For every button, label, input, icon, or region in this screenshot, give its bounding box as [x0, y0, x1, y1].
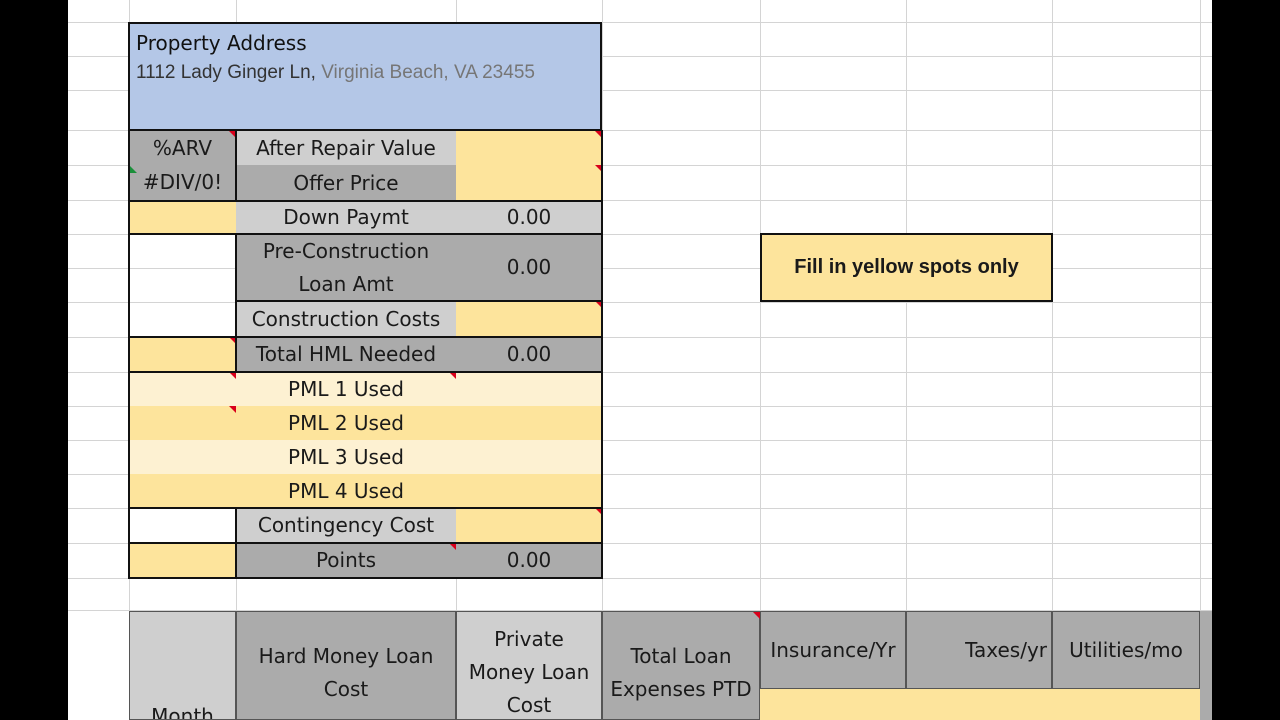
address-city: Virginia Beach, VA 23455 [321, 62, 535, 83]
pml4-label: PML 4 Used [288, 478, 404, 503]
arv-label: %ARV [152, 136, 213, 160]
header-total-loan-expenses: Total Loan Expenses PTD [602, 611, 760, 720]
after-repair-value-input[interactable] [456, 131, 602, 165]
offer-price-input[interactable] [456, 165, 602, 201]
property-address-cell[interactable]: Property Address 1112 Lady Ginger Ln, Vi… [128, 22, 602, 131]
comment-indicator [229, 372, 236, 379]
property-address-value: 1112 Lady Ginger Ln, Virginia Beach, VA … [136, 58, 594, 88]
header-tle-line2: Expenses PTD [610, 677, 752, 701]
pml2-row[interactable]: PML 2 Used [129, 406, 602, 440]
header-hml-line1: Hard Money Loan [258, 644, 434, 668]
pml1-label: PML 1 Used [288, 376, 404, 401]
spreadsheet[interactable]: Property Address 1112 Lady Ginger Ln, Vi… [68, 0, 1212, 720]
pml3-row[interactable]: PML 3 Used [129, 440, 602, 474]
construction-costs-input[interactable] [456, 301, 602, 337]
pre-construction-label: Pre-Construction Loan Amt [236, 234, 456, 301]
header-pml-line1: Private [494, 627, 564, 651]
property-address-heading: Property Address [136, 31, 307, 55]
header-taxes: Taxes/yr [906, 611, 1052, 689]
construction-costs-label: Construction Costs [236, 301, 456, 337]
header-month: Month [129, 611, 236, 720]
comment-indicator [449, 372, 456, 379]
header-insurance: Insurance/Yr [760, 611, 906, 689]
contingency-left-cell[interactable] [129, 508, 236, 543]
comment-indicator [449, 543, 456, 550]
header-month-label: Month [151, 704, 214, 720]
hml-percent-input[interactable] [129, 337, 236, 372]
pre-construction-line2: Loan Amt [298, 272, 394, 296]
insurance-input[interactable] [760, 689, 906, 720]
header-pml-line3: Cost [506, 693, 552, 717]
pml4-row[interactable]: PML 4 Used [129, 474, 602, 508]
header-private-money-loan-cost: Private Money Loan Cost [456, 611, 602, 720]
points-label: Points [236, 543, 456, 578]
address-street: 1112 Lady Ginger Ln, [136, 62, 316, 83]
header-utilities: Utilities/mo [1052, 611, 1200, 689]
total-hml-label: Total HML Needed [236, 337, 456, 372]
header-pml-line2: Money Loan [468, 660, 590, 684]
taxes-input[interactable] [906, 689, 1052, 720]
down-paymt-label: Down Paymt [236, 201, 456, 234]
pre-construction-line1: Pre-Construction [262, 239, 430, 263]
after-repair-value-label: After Repair Value [236, 131, 456, 165]
header-tle-line1: Total Loan [630, 644, 732, 668]
header-hml-line2: Cost [323, 677, 369, 701]
header-hard-money-loan-cost: Hard Money Loan Cost [236, 611, 456, 720]
contingency-label: Contingency Cost [236, 508, 456, 543]
comment-indicator [229, 406, 236, 413]
points-percent-input[interactable] [129, 543, 236, 578]
utilities-input[interactable] [1052, 689, 1200, 720]
pml1-row[interactable]: PML 1 Used [129, 372, 602, 406]
down-paymt-value: 0.00 [456, 201, 602, 234]
contingency-input[interactable] [456, 508, 602, 543]
offer-price-label: Offer Price [236, 165, 456, 201]
down-paymt-percent-input[interactable] [129, 201, 236, 234]
pml3-label: PML 3 Used [288, 444, 404, 469]
comment-indicator [753, 612, 760, 619]
error-indicator [130, 166, 137, 173]
points-value: 0.00 [456, 543, 602, 578]
arv-cell[interactable]: %ARV #DIV/0! [129, 131, 236, 201]
header-next-column [1200, 611, 1212, 720]
arv-value: #DIV/0! [142, 170, 223, 194]
pre-construction-value: 0.00 [456, 234, 602, 301]
pml2-label: PML 2 Used [288, 410, 404, 435]
total-hml-value: 0.00 [456, 337, 602, 372]
fill-in-note: Fill in yellow spots only [760, 233, 1053, 302]
